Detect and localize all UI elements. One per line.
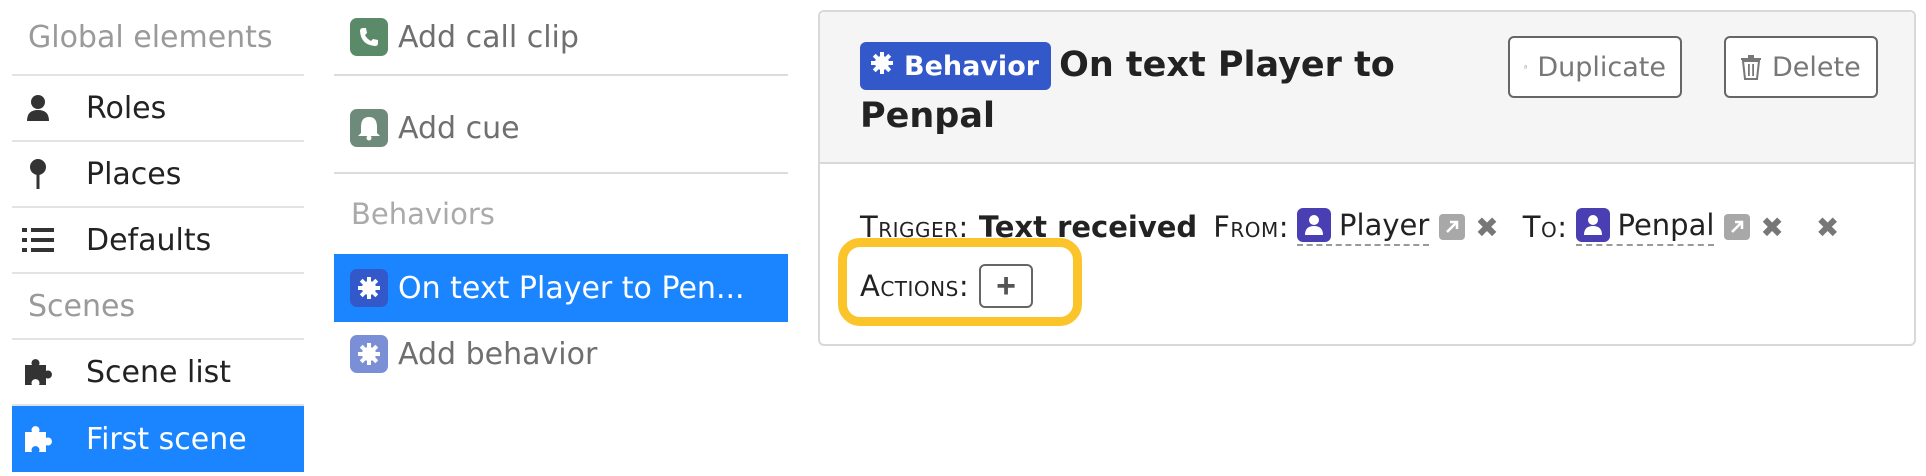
remove-to-icon[interactable]: ✖ [1760, 211, 1783, 244]
behavior-badge-label: Behavior [904, 50, 1040, 82]
behavior-title: Behavior On text Player to Penpal [860, 40, 1420, 142]
from-role-name: Player [1339, 208, 1430, 242]
trigger-row: Trigger: Text received From: Player ✖ To… [860, 208, 1839, 246]
actions-label: Actions: [860, 269, 970, 303]
trigger-label: Trigger: [860, 210, 969, 244]
delete-label: Delete [1772, 51, 1861, 83]
to-label: To: [1522, 210, 1568, 244]
sidebar-item-first-scene[interactable]: First scene [12, 406, 304, 472]
map-pin-icon [16, 158, 60, 190]
external-link-icon[interactable] [1439, 214, 1466, 240]
behavior-badge: Behavior [860, 41, 1052, 92]
to-role-selector[interactable]: Penpal [1575, 208, 1715, 246]
copy-icon [1524, 65, 1528, 69]
scenes-heading: Scenes [12, 274, 304, 340]
remove-from-icon[interactable]: ✖ [1475, 211, 1498, 244]
sidebar-item-label: Places [86, 156, 182, 192]
sidebar-item-label: First scene [86, 421, 247, 457]
external-link-icon[interactable] [1724, 214, 1751, 240]
add-behavior-label: Add behavior [398, 336, 598, 372]
duplicate-label: Duplicate [1537, 51, 1666, 83]
from-role-selector[interactable]: Player [1297, 208, 1430, 246]
sidebar-item-label: Scene list [86, 354, 232, 390]
behavior-item-on-text[interactable]: On text Player to Pen... [334, 254, 788, 322]
phone-icon [350, 18, 388, 56]
user-avatar-icon [1575, 208, 1610, 242]
sidebar-item-label: Defaults [86, 222, 212, 258]
actions-row: Actions: + [860, 264, 1034, 308]
puzzle-icon [16, 357, 60, 387]
behavior-item-label: On text Player to Pen... [398, 270, 745, 306]
scene-element-list: Add call clip Add cue Behaviors On text … [334, 0, 788, 388]
behavior-panel-header: Behavior On text Player to Penpal Duplic… [820, 12, 1914, 164]
bell-icon [350, 109, 388, 147]
list-icon [16, 227, 60, 253]
sidebar-item-roles[interactable]: Roles [12, 76, 304, 142]
sidebar-item-label: Roles [86, 90, 167, 126]
sidebar-item-places[interactable]: Places [12, 142, 304, 208]
gear-icon [350, 269, 388, 307]
gear-icon [350, 335, 388, 373]
add-call-clip-label: Add call clip [398, 19, 579, 55]
person-icon [16, 94, 60, 122]
add-cue-label: Add cue [398, 110, 520, 146]
delete-button[interactable]: Delete [1724, 36, 1878, 98]
behaviors-heading: Behaviors [351, 197, 495, 231]
sidebar-item-scene-list[interactable]: Scene list [12, 340, 304, 406]
add-cue-button[interactable]: Add cue [334, 76, 788, 174]
remove-trigger-icon[interactable]: ✖ [1816, 211, 1839, 244]
add-action-button[interactable]: + [979, 264, 1034, 308]
gear-icon [870, 41, 894, 92]
add-behavior-button[interactable]: Add behavior [334, 320, 788, 388]
from-label: From: [1213, 210, 1290, 244]
behavior-panel: Behavior On text Player to Penpal Duplic… [818, 10, 1916, 346]
duplicate-button[interactable]: Duplicate [1508, 36, 1682, 98]
global-elements-heading: Global elements [12, 0, 304, 76]
trigger-value[interactable]: Text received [979, 210, 1197, 244]
to-role-name: Penpal [1617, 208, 1715, 242]
trash-icon [1741, 55, 1761, 80]
sidebar: Global elements Roles Places Defaults Sc… [12, 0, 304, 472]
sidebar-item-defaults[interactable]: Defaults [12, 208, 304, 274]
user-avatar-icon [1297, 208, 1332, 242]
puzzle-icon [16, 424, 60, 454]
add-call-clip-button[interactable]: Add call clip [334, 0, 788, 76]
